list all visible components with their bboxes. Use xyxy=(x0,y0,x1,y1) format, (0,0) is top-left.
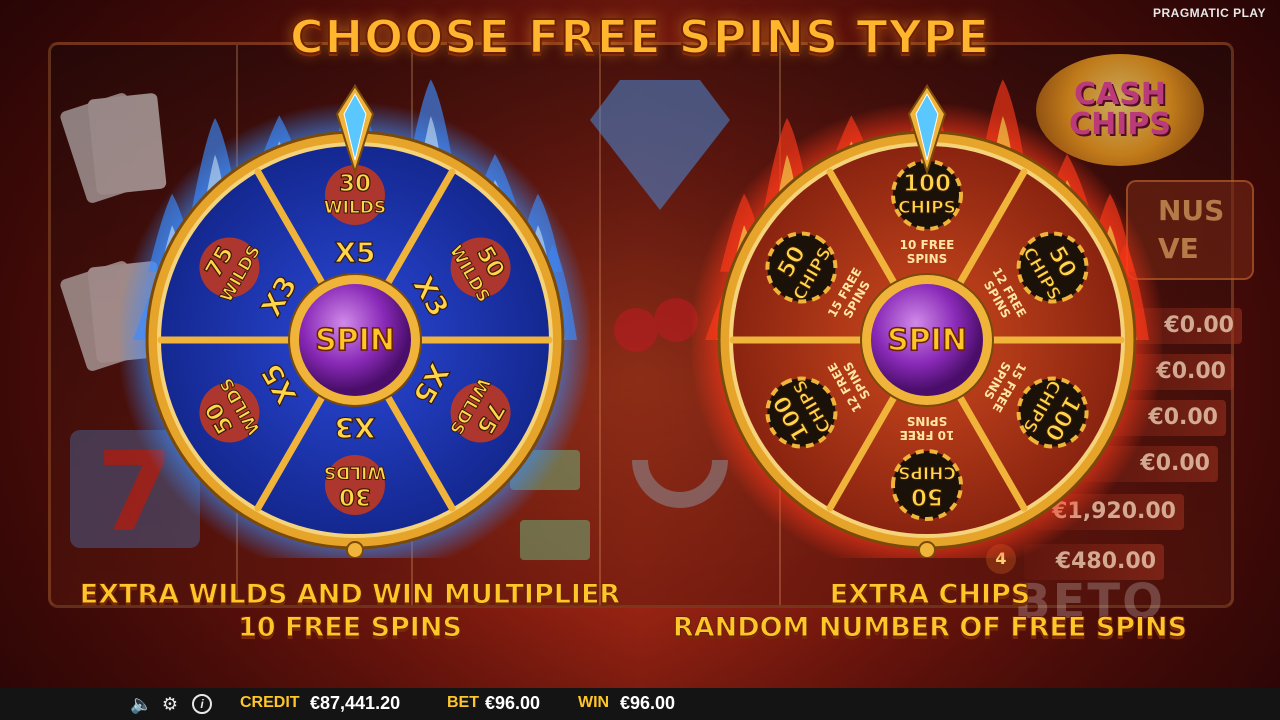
segment-text: 10 FREE xyxy=(900,238,955,252)
red-wheel-caption: EXTRA CHIPS RANDOM NUMBER OF FREE SPINS xyxy=(620,578,1240,644)
blue-wheel[interactable]: 30WILDSX5 50WILDSX375WILDSX530WILDSX350WI… xyxy=(120,78,590,558)
wheel-knob xyxy=(346,541,364,558)
bet-label: BET xyxy=(447,694,479,711)
prize-amount: 30 xyxy=(339,483,371,509)
segment-text: SPINS xyxy=(907,252,948,266)
bonus-panel-line1: NUS xyxy=(1158,194,1225,227)
multiplier-label: X5 xyxy=(334,235,376,269)
blue-caption-line1: EXTRA WILDS AND WIN MULTIPLIER xyxy=(79,579,621,611)
bottom-status-bar: 🔈 ⚙ i CREDIT €87,441.20 BET €96.00 WIN €… xyxy=(0,688,1280,720)
segment-text: 10 FREE xyxy=(900,428,955,442)
red-caption-line2: RANDOM NUMBER OF FREE SPINS xyxy=(672,612,1188,644)
game-stage: 7 CASH CHIPS NUS VE €0.00 €0.00 €0.00 €0… xyxy=(0,0,1280,688)
prize-word: CHIPS xyxy=(898,462,956,482)
spin-label: SPIN xyxy=(887,323,967,358)
credit-label: CREDIT xyxy=(240,694,300,711)
bonus-panel-line2: VE xyxy=(1158,232,1199,265)
wheel-knob xyxy=(918,541,936,558)
prize-word: WILDS xyxy=(324,198,386,218)
win-value: €96.00 xyxy=(620,693,676,713)
segment-text: SPINS xyxy=(907,414,948,428)
segment-text: X3 xyxy=(334,411,375,444)
speaker-icon[interactable]: 🔈 xyxy=(130,694,152,714)
multiplier-label: X3 xyxy=(334,410,376,444)
gear-icon[interactable]: ⚙ xyxy=(160,694,180,714)
win-label: WIN xyxy=(578,694,610,711)
credit-value: €87,441.20 xyxy=(310,693,401,713)
red-caption-line1: EXTRA CHIPS xyxy=(829,579,1031,611)
segment-text: X5 xyxy=(334,236,375,269)
chips-prize: 50CHIPS xyxy=(891,449,963,521)
info-icon[interactable]: i xyxy=(192,694,212,714)
blue-caption-line2: 10 FREE SPINS xyxy=(238,612,463,644)
spin-label: SPIN xyxy=(315,323,395,358)
bet-value: €96.00 xyxy=(485,693,541,713)
page-title: CHOOSE FREE SPINS TYPE xyxy=(289,9,991,65)
prize-word: CHIPS xyxy=(898,198,956,218)
prize-word: WILDS xyxy=(324,462,386,482)
free-spins-label: 10 FREESPINS xyxy=(900,414,955,442)
blue-wheel-caption: EXTRA WILDS AND WIN MULTIPLIER 10 FREE S… xyxy=(50,578,650,644)
red-wheel[interactable]: 100CHIPS10 FREESPINS 50CHIPS12 FREESPINS1… xyxy=(692,78,1162,558)
free-spins-label: 10 FREESPINS xyxy=(900,238,955,266)
prize-amount: 50 xyxy=(911,483,943,509)
